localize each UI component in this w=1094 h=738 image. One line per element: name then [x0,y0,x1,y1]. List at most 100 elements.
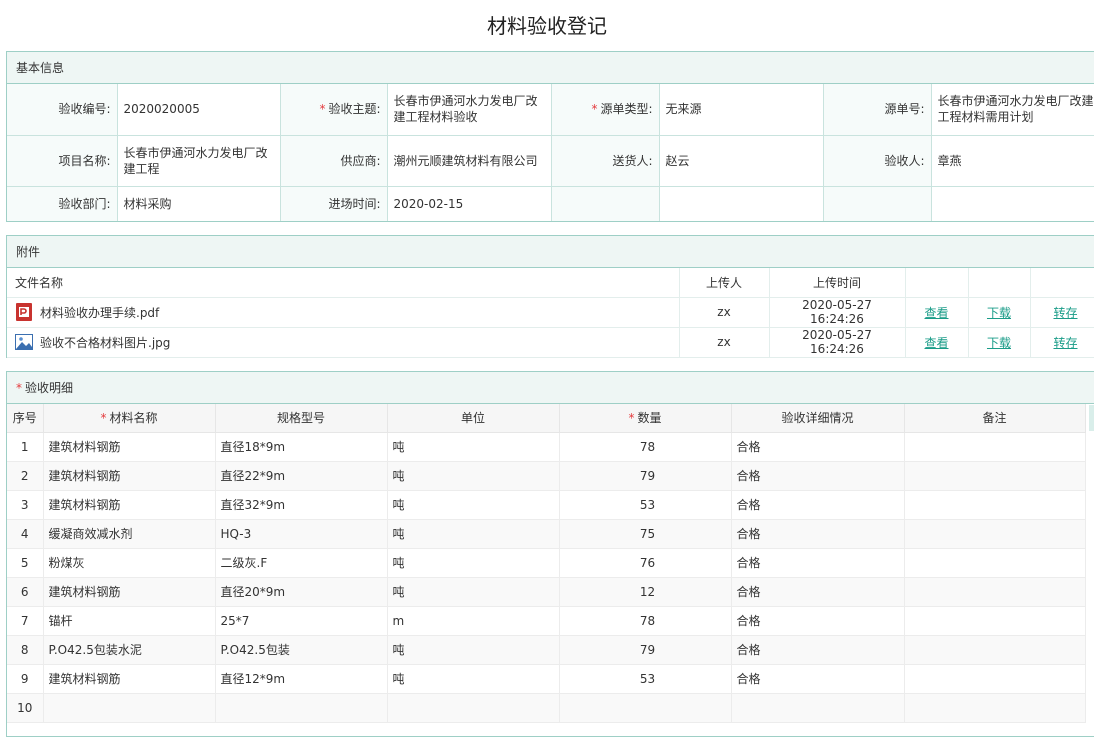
inspection-detail-cell[interactable]: 合格 [731,432,905,462]
remark-cell[interactable] [904,693,1086,723]
row-index-cell[interactable]: 1 [7,432,44,462]
table-row[interactable]: 7 锚杆 25*7 m 78 合格 [7,606,1086,636]
quantity-cell[interactable]: 79 [559,461,732,491]
unit-cell[interactable] [387,693,560,723]
material-name-cell[interactable]: 建筑材料钢筋 [43,577,216,607]
view-link[interactable]: 查看 [924,336,948,350]
col-action-download [968,268,1031,298]
table-row[interactable]: 4 缓凝商效减水剂 HQ-3 吨 75 合格 [7,519,1086,549]
transfer-link[interactable]: 转存 [1053,336,1077,350]
unit-cell[interactable]: 吨 [387,548,560,578]
inspection-detail-cell[interactable]: 合格 [731,635,905,665]
table-row[interactable]: 5 粉煤灰 二级灰.F 吨 76 合格 [7,548,1086,578]
transfer-link[interactable]: 转存 [1053,306,1077,320]
inspection-detail-cell[interactable] [731,693,905,723]
row-index-cell[interactable]: 8 [7,635,44,665]
remark-cell[interactable] [904,664,1086,694]
table-row[interactable]: 10 [7,693,1086,723]
material-name-cell[interactable]: 缓凝商效减水剂 [43,519,216,549]
remark-cell[interactable] [904,606,1086,636]
inspection-detail-cell[interactable]: 合格 [731,519,905,549]
unit-cell[interactable]: 吨 [387,519,560,549]
unit-cell[interactable]: 吨 [387,490,560,520]
download-link[interactable]: 下载 [987,336,1011,350]
scrollbar[interactable] [1089,405,1094,431]
remark-cell[interactable] [904,490,1086,520]
file-name[interactable]: 材料验收办理手续.pdf [40,304,159,321]
quantity-cell[interactable]: 78 [559,606,732,636]
receiver-label: 验收人: [823,135,932,187]
remark-cell[interactable] [904,519,1086,549]
table-row[interactable]: 3 建筑材料钢筋 直径32*9m 吨 53 合格 [7,490,1086,520]
remark-cell[interactable] [904,548,1086,578]
row-index-cell[interactable]: 5 [7,548,44,578]
row-index-cell[interactable]: 6 [7,577,44,607]
row-index-cell[interactable]: 4 [7,519,44,549]
spec-model-cell[interactable]: P.O42.5包装 [215,635,388,665]
unit-cell[interactable]: m [387,606,560,636]
source-no-value: 长春市伊通河水力发电厂改建工程材料需用计划 [931,84,1094,136]
table-row[interactable]: 1 建筑材料钢筋 直径18*9m 吨 78 合格 [7,432,1086,462]
project-name-value: 长春市伊通河水力发电厂改建工程 [117,135,281,187]
spec-model-cell[interactable] [215,693,388,723]
material-name-cell[interactable]: P.O42.5包装水泥 [43,635,216,665]
material-name-cell[interactable]: 锚杆 [43,606,216,636]
department-value: 材料采购 [117,186,281,221]
deliverer-value: 赵云 [659,135,824,187]
quantity-cell[interactable]: 79 [559,635,732,665]
inspection-detail-cell[interactable]: 合格 [731,606,905,636]
spec-model-cell[interactable]: 直径22*9m [215,461,388,491]
material-name-cell[interactable] [43,693,216,723]
material-name-cell[interactable]: 粉煤灰 [43,548,216,578]
spec-model-cell[interactable]: HQ-3 [215,519,388,549]
quantity-cell[interactable]: 53 [559,490,732,520]
inspection-detail-cell[interactable]: 合格 [731,548,905,578]
spec-model-cell[interactable]: 二级灰.F [215,548,388,578]
quantity-cell[interactable]: 53 [559,664,732,694]
quantity-cell[interactable]: 76 [559,548,732,578]
inspection-detail-cell[interactable]: 合格 [731,490,905,520]
inspection-detail-cell[interactable]: 合格 [731,664,905,694]
row-index-cell[interactable]: 3 [7,490,44,520]
attachment-row: 验收不合格材料图片.jpg zx 2020-05-27 16:24:26 查看 … [7,327,1094,358]
row-index-cell[interactable]: 10 [7,693,44,723]
material-name-cell[interactable]: 建筑材料钢筋 [43,490,216,520]
quantity-cell[interactable] [559,693,732,723]
material-name-cell[interactable]: 建筑材料钢筋 [43,664,216,694]
file-name[interactable]: 验收不合格材料图片.jpg [40,334,170,351]
unit-cell[interactable]: 吨 [387,577,560,607]
row-index-cell[interactable]: 9 [7,664,44,694]
spec-model-cell[interactable]: 直径32*9m [215,490,388,520]
remark-cell[interactable] [904,577,1086,607]
row-index-cell[interactable]: 2 [7,461,44,491]
spec-model-cell[interactable]: 25*7 [215,606,388,636]
unit-cell[interactable]: 吨 [387,432,560,462]
spec-model-cell[interactable]: 直径18*9m [215,432,388,462]
material-name-cell[interactable]: 建筑材料钢筋 [43,432,216,462]
unit-cell[interactable]: 吨 [387,461,560,491]
details-table: 序号 * 材料名称 规格型号 单位 * 数量 验收详细情况 备注 1 建筑材料钢筋 直径… [7,404,1086,723]
row-index-cell[interactable]: 7 [7,606,44,636]
quantity-cell[interactable]: 78 [559,432,732,462]
inspection-detail-cell[interactable]: 合格 [731,461,905,491]
remark-cell[interactable] [904,461,1086,491]
unit-cell[interactable]: 吨 [387,635,560,665]
table-row[interactable]: 9 建筑材料钢筋 直径12*9m 吨 53 合格 [7,664,1086,694]
download-link[interactable]: 下载 [987,306,1011,320]
quantity-cell[interactable]: 75 [559,519,732,549]
remark-cell[interactable] [904,432,1086,462]
quantity-cell[interactable]: 12 [559,577,732,607]
source-type-value: 无来源 [659,84,824,136]
spec-model-cell[interactable]: 直径12*9m [215,664,388,694]
table-row[interactable]: 8 P.O42.5包装水泥 P.O42.5包装吨 79 合格 [7,635,1086,665]
view-link[interactable]: 查看 [924,306,948,320]
material-name-cell[interactable]: 建筑材料钢筋 [43,461,216,491]
spec-model-cell[interactable]: 直径20*9m [215,577,388,607]
empty-cell [931,186,1094,221]
col-qty: * 数量 [559,404,732,433]
remark-cell[interactable] [904,635,1086,665]
table-row[interactable]: 6 建筑材料钢筋 直径20*9m 吨 12 合格 [7,577,1086,607]
unit-cell[interactable]: 吨 [387,664,560,694]
table-row[interactable]: 2 建筑材料钢筋 直径22*9m 吨 79 合格 [7,461,1086,491]
inspection-detail-cell[interactable]: 合格 [731,577,905,607]
